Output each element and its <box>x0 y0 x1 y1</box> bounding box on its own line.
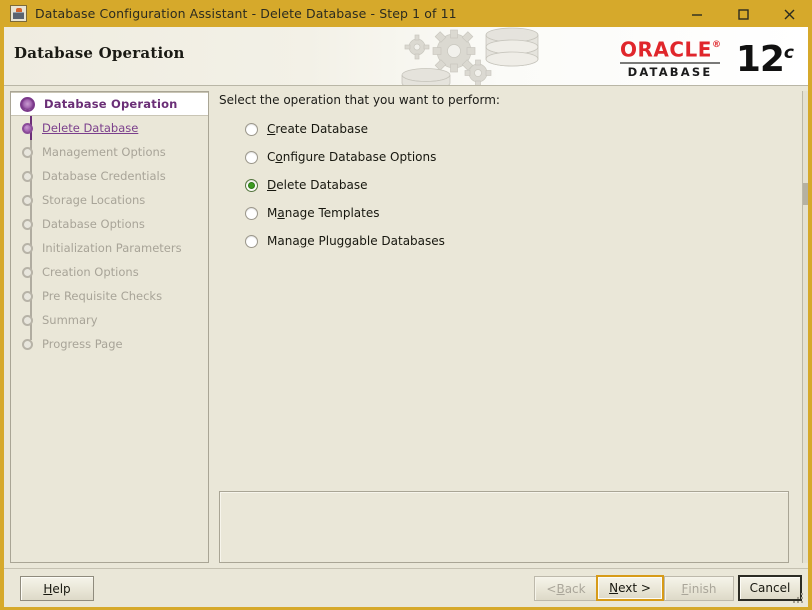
gears-database-graphic <box>401 27 539 85</box>
sidebar-item-label: Database Options <box>42 217 145 231</box>
step-marker-icon <box>22 122 33 134</box>
back-button: < Back <box>534 576 598 601</box>
radio-button-icon[interactable] <box>245 206 258 220</box>
step-marker-icon <box>22 146 33 158</box>
sidebar-item-initialization-parameters: Initialization Parameters <box>11 236 208 260</box>
radio-label: Create Database <box>267 122 368 136</box>
sidebar-item-label: Database Operation <box>44 97 178 111</box>
minimize-icon[interactable] <box>674 0 720 27</box>
step-marker-icon <box>22 290 33 302</box>
radio-label: Manage Pluggable Databases <box>267 234 445 248</box>
operation-radio-group: Create Database Configure Database Optio… <box>245 115 445 255</box>
scrollbar-thumb[interactable] <box>803 183 808 205</box>
sidebar-item-label: Delete Database <box>42 121 139 135</box>
help-button[interactable]: Help <box>20 576 94 601</box>
java-coffee-cup-icon <box>10 5 27 22</box>
sidebar-item-label: Management Options <box>42 145 166 159</box>
step-marker-icon <box>22 314 33 326</box>
sidebar-item-delete-database[interactable]: Delete Database <box>11 116 208 140</box>
title-bar[interactable]: Database Configuration Assistant - Delet… <box>0 0 812 27</box>
radio-button-icon[interactable] <box>245 122 258 136</box>
oracle-database-label: DATABASE <box>627 64 713 79</box>
sidebar-item-label: Database Credentials <box>42 169 166 183</box>
resize-grip[interactable] <box>791 591 804 604</box>
sidebar-item-label: Creation Options <box>42 265 139 279</box>
step-marker-icon <box>22 338 33 350</box>
dbca-window: Database Configuration Assistant - Delet… <box>0 0 812 610</box>
body-area: Database Operation Delete Database Manag… <box>4 86 808 568</box>
radio-button-icon[interactable] <box>245 178 258 192</box>
radio-manage-pluggable-databases[interactable]: Manage Pluggable Databases <box>245 227 445 255</box>
radio-delete-database[interactable]: Delete Database <box>245 171 445 199</box>
window-controls <box>674 0 812 27</box>
oracle-version: 12c <box>735 39 794 80</box>
radio-configure-database-options[interactable]: Configure Database Options <box>245 143 445 171</box>
steps-sidebar: Database Operation Delete Database Manag… <box>10 91 209 563</box>
close-icon[interactable] <box>766 0 812 27</box>
oracle-logo: ORACLE® DATABASE <box>620 37 722 79</box>
step-marker-icon <box>20 96 35 112</box>
oracle-wordmark: ORACLE® <box>620 37 722 62</box>
radio-label: Configure Database Options <box>267 150 437 164</box>
step-marker-icon <box>22 170 33 182</box>
sidebar-item-label: Pre Requisite Checks <box>42 289 163 303</box>
step-marker-icon <box>22 266 33 278</box>
sidebar-item-storage-locations: Storage Locations <box>11 188 208 212</box>
sidebar-item-label: Progress Page <box>42 337 123 351</box>
sidebar-item-database-options: Database Options <box>11 212 208 236</box>
sidebar-item-pre-requisite-checks: Pre Requisite Checks <box>11 284 208 308</box>
radio-button-icon[interactable] <box>245 150 258 164</box>
sidebar-item-label: Storage Locations <box>42 193 146 207</box>
content-pane: Select the operation that you want to pe… <box>215 91 808 563</box>
button-bar: Help < Back Next > Finish Cancel <box>4 568 808 607</box>
page-title: Database Operation <box>14 44 185 62</box>
header-banner: Database Operation ORACLE® DATABASE 12c <box>4 27 808 86</box>
sidebar-item-label: Initialization Parameters <box>42 241 182 255</box>
sidebar-item-creation-options: Creation Options <box>11 260 208 284</box>
sidebar-item-management-options: Management Options <box>11 140 208 164</box>
operation-prompt: Select the operation that you want to pe… <box>219 93 500 107</box>
next-button[interactable]: Next > <box>596 575 664 601</box>
sidebar-item-summary: Summary <box>11 308 208 332</box>
logo-divider <box>620 61 720 64</box>
step-marker-icon <box>22 194 33 206</box>
step-marker-icon <box>22 218 33 230</box>
radio-button-icon[interactable] <box>245 234 258 248</box>
finish-button: Finish <box>664 576 734 601</box>
content-scrollbar[interactable] <box>802 91 808 563</box>
message-panel <box>219 491 789 563</box>
steps-list: Database Operation Delete Database Manag… <box>11 92 208 356</box>
radio-label: Manage Templates <box>267 206 380 220</box>
maximize-icon[interactable] <box>720 0 766 27</box>
sidebar-item-label: Summary <box>42 313 98 327</box>
sidebar-item-database-credentials: Database Credentials <box>11 164 208 188</box>
sidebar-item-progress-page: Progress Page <box>11 332 208 356</box>
sidebar-item-database-operation[interactable]: Database Operation <box>11 92 208 116</box>
radio-label: Delete Database <box>267 178 368 192</box>
radio-create-database[interactable]: Create Database <box>245 115 445 143</box>
radio-manage-templates[interactable]: Manage Templates <box>245 199 445 227</box>
step-marker-icon <box>22 242 33 254</box>
window-title: Database Configuration Assistant - Delet… <box>35 6 457 21</box>
